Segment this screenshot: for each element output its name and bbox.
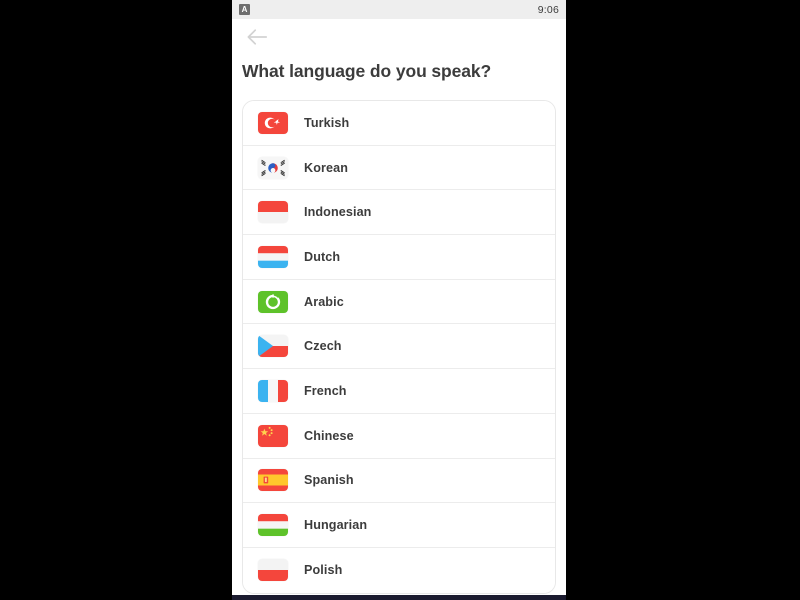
flag-arabic-icon [258, 290, 288, 313]
language-list: Turkish Korean Indonesian Dutch Arabic C… [242, 100, 556, 594]
language-row-turkish[interactable]: Turkish [243, 101, 555, 146]
phone-screen: A 9:06 What language do you speak? Turki… [232, 0, 566, 595]
back-arrow-icon [247, 29, 268, 45]
language-row-chinese[interactable]: Chinese [243, 413, 555, 459]
status-bar-clock: 9:06 [537, 3, 559, 16]
language-label: Dutch [304, 249, 341, 264]
language-label: Korean [304, 160, 348, 175]
flag-poland-icon [258, 559, 288, 582]
screenshot-root: A 9:06 What language do you speak? Turki… [0, 0, 800, 600]
language-label: Turkish [304, 115, 350, 130]
language-row-indonesian[interactable]: Indonesian [243, 190, 555, 236]
language-label: Hungarian [304, 518, 368, 533]
page-title: What language do you speak? [242, 61, 492, 81]
language-row-czech[interactable]: Czech [243, 324, 555, 370]
language-label: French [304, 383, 347, 398]
language-row-french[interactable]: French [243, 369, 555, 414]
flag-china-icon [258, 424, 288, 447]
language-label: Polish [304, 563, 343, 578]
flag-czech-republic-icon [258, 335, 288, 358]
language-row-polish[interactable]: Polish [243, 547, 555, 593]
app-badge-icon: A [239, 4, 250, 15]
language-label: Indonesian [304, 205, 372, 220]
language-row-hungarian[interactable]: Hungarian [243, 503, 555, 548]
flag-france-icon [258, 379, 288, 402]
phone-bottom-edge [232, 595, 566, 600]
language-label: Spanish [304, 473, 354, 488]
flag-netherlands-icon [258, 245, 288, 268]
language-row-spanish[interactable]: Spanish [243, 458, 555, 504]
flag-south-korea-icon [258, 156, 288, 179]
flag-hungary-icon [258, 514, 288, 537]
language-label: Czech [304, 339, 342, 354]
flag-indonesia-icon [258, 201, 288, 224]
language-row-dutch[interactable]: Dutch [243, 235, 555, 280]
navigation-bar [232, 19, 566, 55]
language-label: Chinese [304, 428, 354, 443]
flag-turkey-icon [258, 111, 288, 134]
language-row-korean[interactable]: Korean [243, 145, 555, 191]
flag-spain-icon [258, 469, 288, 492]
status-bar: A 9:06 [232, 0, 566, 19]
language-label: Arabic [304, 294, 344, 309]
status-bar-left: A [239, 4, 250, 15]
language-row-arabic[interactable]: Arabic [243, 279, 555, 325]
back-button[interactable] [240, 22, 274, 52]
